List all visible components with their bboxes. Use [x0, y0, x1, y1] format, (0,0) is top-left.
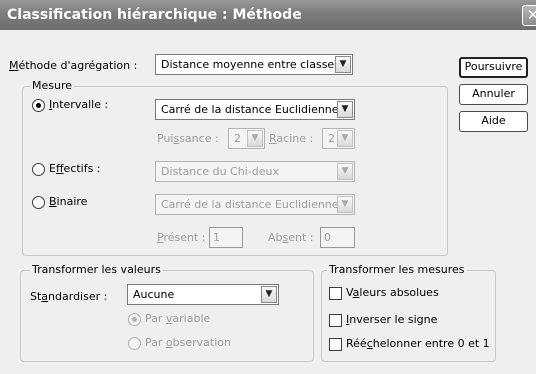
chevron-down-icon[interactable]: ▼: [247, 130, 263, 147]
binaire-select[interactable]: Carré de la distance Euclidienne ▼: [155, 194, 355, 215]
reechelonner-label: Rééchelonner entre 0 et 1: [346, 337, 490, 350]
valeurs-absolues-label: Valeurs absolues: [346, 286, 439, 299]
effectifs-radio[interactable]: [32, 163, 45, 176]
transformer-mesures-legend: Transformer les mesures: [327, 263, 467, 277]
poursuivre-button[interactable]: Poursuivre: [459, 57, 528, 78]
radio-dot: [132, 317, 137, 322]
absent-label: Absent :: [268, 231, 314, 244]
window-title: Classification hiérarchique : Méthode: [7, 7, 302, 23]
radio-dot: [36, 103, 41, 108]
effectifs-select[interactable]: Distance du Chi-deux ▼: [155, 161, 355, 182]
mesure-legend: Mesure: [30, 79, 75, 93]
present-input[interactable]: 1: [209, 227, 243, 248]
close-button[interactable]: ✕: [522, 5, 536, 26]
racine-select[interactable]: 2 ▼: [322, 128, 355, 149]
chevron-down-icon[interactable]: ▼: [337, 196, 353, 213]
valeurs-absolues-checkbox[interactable]: [329, 287, 342, 300]
aide-button[interactable]: Aide: [459, 111, 528, 132]
racine-label: Racine :: [269, 132, 314, 145]
chevron-down-icon[interactable]: ▼: [261, 286, 277, 303]
standardiser-label: Standardiser :: [30, 290, 108, 303]
inverser-signe-checkbox[interactable]: [329, 314, 342, 327]
par-observation-radio[interactable]: [128, 337, 141, 350]
title-bar: Classification hiérarchique : Méthode ✕: [0, 0, 536, 30]
binaire-radio[interactable]: [32, 196, 45, 209]
annuler-button[interactable]: Annuler: [459, 84, 528, 105]
standardiser-select[interactable]: Aucune ▼: [127, 284, 279, 305]
reechelonner-checkbox[interactable]: [329, 338, 342, 351]
puissance-value: 2: [234, 132, 241, 145]
inverser-signe-label: Inverser le signe: [346, 313, 438, 326]
method-select[interactable]: Distance moyenne entre classes ▼: [155, 54, 353, 75]
puissance-label: Puissance :: [157, 132, 219, 145]
absent-input[interactable]: 0: [320, 227, 355, 248]
binaire-label: Binaire: [49, 195, 88, 208]
puissance-select[interactable]: 2 ▼: [228, 128, 265, 149]
transformer-valeurs-legend: Transformer les valeurs: [30, 263, 163, 277]
effectifs-select-value: Distance du Chi-deux: [161, 165, 279, 178]
racine-value: 2: [328, 132, 335, 145]
chevron-down-icon[interactable]: ▼: [337, 101, 353, 118]
close-icon: ✕: [526, 6, 536, 24]
par-variable-label: Par variable: [145, 312, 211, 325]
present-label: Présent :: [157, 231, 206, 244]
intervalle-select[interactable]: Carré de la distance Euclidienne ▼: [155, 99, 355, 120]
intervalle-label: Intervalle :: [49, 98, 109, 111]
chevron-down-icon[interactable]: ▼: [337, 163, 353, 180]
standardiser-select-value: Aucune: [133, 288, 175, 301]
chevron-down-icon[interactable]: ▼: [337, 130, 353, 147]
method-select-value: Distance moyenne entre classes: [161, 58, 340, 71]
binaire-select-value: Carré de la distance Euclidienne: [161, 198, 339, 211]
intervalle-select-value: Carré de la distance Euclidienne: [161, 103, 339, 116]
method-label: Méthode d'agrégation :: [9, 59, 138, 72]
par-observation-label: Par observation: [145, 336, 231, 349]
intervalle-radio[interactable]: [32, 99, 45, 112]
par-variable-radio[interactable]: [128, 313, 141, 326]
effectifs-label: Effectifs :: [49, 162, 101, 175]
chevron-down-icon[interactable]: ▼: [335, 56, 351, 73]
